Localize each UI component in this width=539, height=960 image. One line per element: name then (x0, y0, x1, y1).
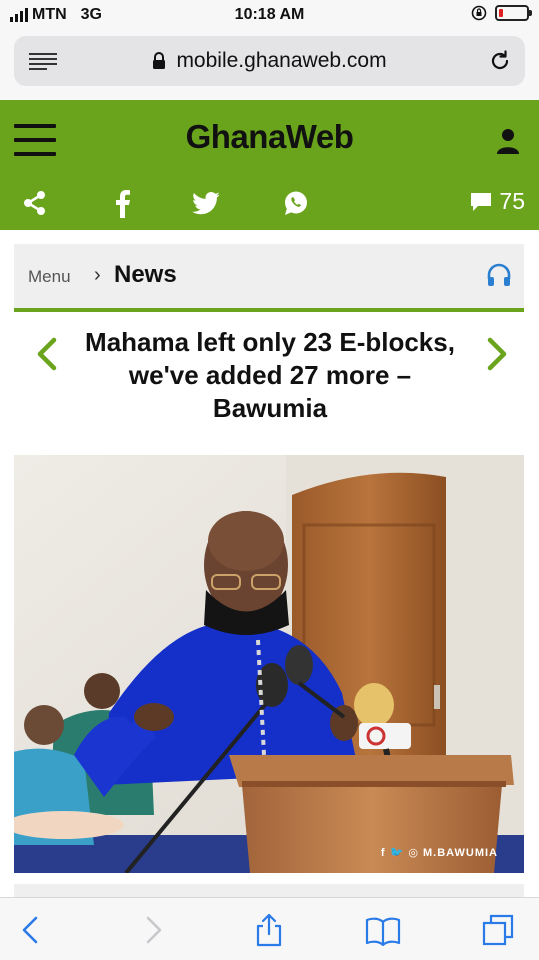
user-icon[interactable] (497, 128, 519, 154)
browser-chrome: mobile.ghanaweb.com (0, 30, 539, 100)
back-icon[interactable] (14, 912, 50, 948)
comment-icon (471, 192, 492, 211)
status-right (471, 5, 532, 21)
status-time: 10:18 AM (234, 6, 305, 23)
battery-icon (495, 5, 532, 21)
share-icon[interactable] (22, 185, 48, 221)
section-divider (14, 308, 524, 312)
url-text: mobile.ghanaweb.com (176, 49, 387, 72)
rotation-lock-icon (471, 5, 487, 21)
twitter-icon[interactable] (191, 185, 221, 221)
url-display[interactable]: mobile.ghanaweb.com (14, 49, 525, 73)
lock-icon (153, 52, 166, 69)
speaker-photo (14, 455, 524, 873)
breadcrumb-menu-link[interactable]: Menu (28, 267, 71, 287)
image-watermark: f 🐦 ◎ M.BAWUMIA (380, 847, 498, 859)
breadcrumb-section[interactable]: News (114, 261, 177, 289)
share-icon[interactable] (251, 912, 287, 948)
status-bar: MTN 3G 10:18 AM (0, 0, 539, 30)
breadcrumb: Menu › News (14, 244, 524, 308)
site-header: GhanaWeb 75 (0, 100, 539, 230)
next-article-icon[interactable] (484, 336, 510, 372)
facebook-icon[interactable] (112, 185, 132, 221)
site-logo[interactable]: GhanaWeb (0, 118, 539, 156)
breadcrumb-separator: › (94, 264, 101, 286)
comment-count: 75 (499, 188, 525, 214)
article-headline: Mahama left only 23 E-blocks, we've adde… (85, 327, 455, 423)
article-image: f 🐦 ◎ M.BAWUMIA (14, 455, 524, 873)
previous-article-icon[interactable] (34, 336, 60, 372)
comments-link[interactable]: 75 (469, 188, 525, 215)
browser-toolbar (0, 897, 539, 960)
whatsapp-icon[interactable] (282, 185, 310, 221)
social-share-bar (0, 185, 539, 221)
reload-icon[interactable] (487, 48, 513, 74)
tabs-icon[interactable] (480, 912, 516, 948)
address-bar[interactable]: mobile.ghanaweb.com (14, 36, 525, 86)
bookmarks-icon[interactable] (365, 912, 401, 948)
forward-icon[interactable] (134, 912, 170, 948)
headphones-icon[interactable] (486, 262, 512, 288)
